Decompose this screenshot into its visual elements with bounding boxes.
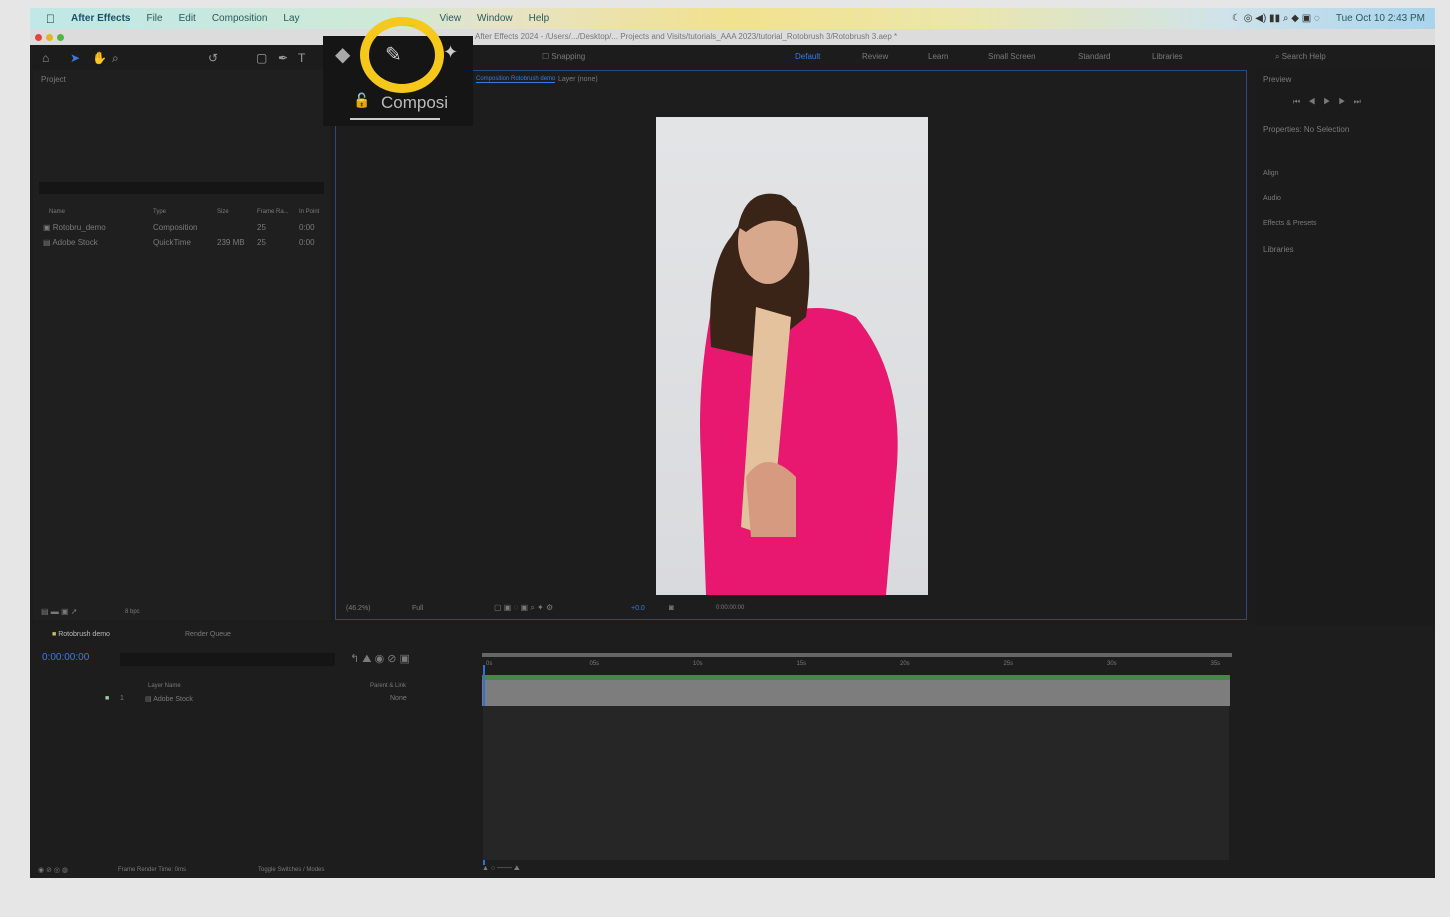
col-in[interactable]: In Point [299, 209, 319, 215]
menu-app[interactable]: After Effects [71, 13, 130, 24]
tab-render-queue[interactable]: Render Queue [185, 631, 231, 638]
resolution-dropdown[interactable]: Full [412, 605, 423, 612]
layer-duration-bar[interactable] [482, 675, 1230, 706]
timeline-search[interactable] [120, 653, 335, 666]
menu-edit[interactable]: Edit [179, 13, 196, 24]
project-footer-icons[interactable]: ▤ ▬ ▣ ➚ [41, 607, 78, 616]
parent-dropdown[interactable]: None [390, 695, 407, 702]
macos-menubar:  After Effects File Edit Composition La… [30, 8, 1435, 29]
col-fps[interactable]: Frame Ra... [257, 209, 289, 215]
tab-timeline-comp[interactable]: ■ Rotobrush demo [52, 631, 110, 638]
ruler-tick-label: 35s [1210, 661, 1221, 667]
tab-layer[interactable]: Layer (none) [558, 76, 598, 83]
frame-render-time: Frame Render Time: 0ms [118, 867, 187, 873]
snapping-checkbox[interactable]: ☐ Snapping [542, 52, 585, 61]
viewer-footer: (46.2%) Full ▢ ▣ ◌ ▣ ⌕ ✦ ⚙ +0.0 ◙ 0:00:0… [336, 601, 1246, 619]
properties-title: Properties: No Selection [1263, 125, 1350, 134]
effects-presets-section[interactable]: Effects & Presets [1263, 220, 1317, 227]
clock: Tue Oct 10 2:43 PM [1335, 13, 1425, 24]
tab-composition[interactable]: Composi [381, 93, 448, 113]
tab-composition-viewer[interactable]: Composition Rotobrush demo [476, 76, 556, 83]
close-button[interactable] [35, 34, 42, 41]
puppet-pin-tool-icon[interactable]: ✦ [443, 42, 458, 63]
workspace-learn[interactable]: Learn [928, 52, 948, 61]
time-ruler[interactable]: 0s 05s 10s 15s 20s 25s 30s 35s [482, 661, 1232, 673]
apple-icon[interactable]:  [46, 12, 55, 26]
selection-tool-icon[interactable]: ➤ [70, 51, 80, 65]
project-title: Project [41, 75, 66, 84]
menu-layer[interactable]: Lay [283, 13, 299, 24]
libraries-section[interactable]: Libraries [1263, 245, 1294, 254]
work-area-bar[interactable] [482, 653, 1232, 657]
rotate-tool-icon[interactable]: ↺ [208, 51, 218, 65]
pen-tool-icon[interactable]: ✒ [278, 51, 288, 65]
viewer-timecode[interactable]: 0:00:00:00 [716, 605, 744, 611]
timeline-panel: ■ Rotobrush demo Render Queue 0:00:00:00… [30, 625, 1435, 878]
col-name[interactable]: Name [49, 209, 65, 215]
rectangle-tool-icon[interactable]: ▢ [256, 51, 267, 65]
current-timecode[interactable]: 0:00:00:00 [42, 652, 89, 663]
exposure[interactable]: +0.0 [631, 605, 645, 612]
timeline-switch-icons[interactable]: ↰ ⛰ ◉ ⊘ ▣ [350, 652, 410, 666]
audio-section[interactable]: Audio [1263, 195, 1281, 202]
status-icons: ☾ ◎ ◀) ▮▮ ⌕ ◆ ▣ ◌ [1232, 13, 1320, 24]
snapping-label: Snapping [551, 52, 586, 61]
window-title: After Effects 2024 - /Users/.../Desktop/… [475, 32, 898, 41]
woman-in-pink-blazer-photo [700, 193, 898, 595]
ruler-tick-label: 10s [693, 661, 703, 667]
toggle-switches-modes[interactable]: Toggle Switches / Modes [258, 867, 324, 873]
zoom-tool-icon[interactable]: ⌕ [112, 51, 119, 66]
align-section[interactable]: Align [1263, 170, 1279, 177]
toolbar: ⌂ ➤ ✋ ⌕ ↺ ▢ ✒ T ☐ Snapping Default Revie… [30, 45, 1435, 69]
menu-file[interactable]: File [146, 13, 162, 24]
project-row[interactable]: ▣ Rotobru_demo Composition 25 0:00 [43, 223, 323, 232]
home-icon[interactable]: ⌂ [42, 51, 49, 65]
highlight-circle [360, 17, 444, 93]
snapshot-icon[interactable]: ◙ [669, 603, 674, 612]
project-search[interactable] [39, 182, 324, 194]
tab-underline [350, 118, 440, 120]
menu-window[interactable]: Window [477, 13, 513, 24]
menu-view[interactable]: View [440, 13, 462, 24]
zoom-dropdown[interactable]: (46.2%) [346, 605, 371, 612]
menu-help[interactable]: Help [529, 13, 550, 24]
composition-image [656, 117, 928, 595]
viewer-controls[interactable]: ▢ ▣ ◌ ▣ ⌕ ✦ ⚙ [494, 603, 553, 613]
parent-header: Parent & Link [370, 683, 407, 689]
ruler-tick-label: 05s [589, 661, 600, 667]
timeline-footer-icons[interactable]: ◉ ⊘ ◎ ◍ [38, 866, 68, 874]
type-tool-icon[interactable]: T [298, 51, 305, 65]
workspace-default[interactable]: Default [795, 52, 820, 61]
hand-tool-icon[interactable]: ✋ [92, 51, 107, 65]
menu-composition[interactable]: Composition [212, 13, 268, 24]
search-help[interactable]: ⌕ Search Help [1275, 52, 1326, 62]
ruler-tick-label: 20s [900, 661, 910, 667]
ruler-tick-label: 25s [1003, 661, 1014, 667]
col-type[interactable]: Type [153, 209, 166, 215]
project-row[interactable]: ▤ Adobe Stock QuickTime 239 MB 25 0:00 [43, 238, 323, 247]
ruler-tick-label: 0s [486, 661, 493, 667]
zoom-slider[interactable]: ▲ ○ ─── ⛰ [482, 865, 520, 873]
preview-title: Preview [1263, 75, 1292, 84]
ruler-tick-label: 30s [1107, 661, 1117, 667]
bpc-label[interactable]: 8 bpc [125, 609, 140, 615]
track-area [483, 706, 1229, 860]
project-panel: Project Name Type Size Frame Ra... In Po… [33, 70, 330, 620]
ruler-tick-label: 15s [796, 661, 807, 667]
preview-controls[interactable]: ⏮◀▶▶⏭ [1293, 97, 1369, 107]
lock-icon: 🔓 [353, 92, 371, 108]
layer-name-header: Layer Name [148, 683, 181, 689]
eraser-tool-icon[interactable]: ◆ [335, 42, 350, 67]
project-list: ▣ Rotobru_demo Composition 25 0:00 ▤ Adobe … [43, 223, 323, 255]
col-size[interactable]: Size [217, 209, 229, 215]
workspace-libraries[interactable]: Libraries [1152, 52, 1183, 61]
zoom-button[interactable] [57, 34, 64, 41]
minimize-button[interactable] [46, 34, 53, 41]
workspace-small-screen[interactable]: Small Screen [988, 52, 1036, 61]
window-titlebar: After Effects 2024 - /Users/.../Desktop/… [30, 29, 1435, 45]
workspace-review[interactable]: Review [862, 52, 888, 61]
search-help-label: Search Help [1281, 52, 1326, 61]
workspace-standard[interactable]: Standard [1078, 52, 1110, 61]
